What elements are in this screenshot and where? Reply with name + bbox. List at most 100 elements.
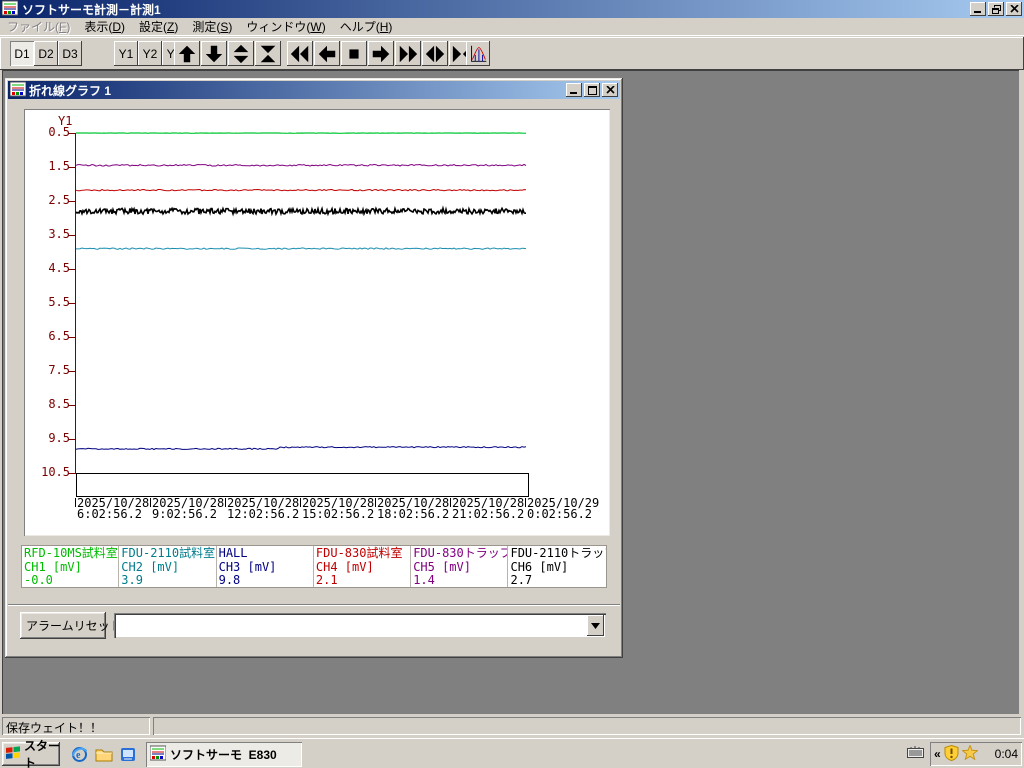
channel-name: HALL [218,546,248,560]
mdi-area: 折れ線グラフ 1 Y1 0.5 1.5 2.5 3.5 4.5 5.5 6.5 7.5 8.5 9.… [2,70,1019,714]
graph-window-title: 折れ線グラフ 1 [29,83,112,98]
minimize-button[interactable] [970,2,986,16]
skip-right-icon [397,43,419,65]
folder-icon[interactable] [95,745,113,763]
channel-label: CH5 [mV] [413,559,471,574]
graph-window-client: Y1 0.5 1.5 2.5 3.5 4.5 5.5 6.5 7.5 8.5 9.5 10.5 2025… [8,99,620,655]
app-icon [149,745,167,764]
series-line-ch2 [76,247,527,250]
windows-logo-icon [5,745,21,763]
series-line-ch6 [75,205,526,217]
x-tick-label: 2025/10/29 0:02:56.2 [525,496,600,521]
menu-item-5[interactable]: ヘルプ(H) [333,16,400,37]
toolbar-button-d1[interactable]: D1 [10,41,34,66]
compress-vertical-icon [257,43,279,65]
toolbar-button-stop[interactable] [341,41,367,66]
svg-text:e: e [76,750,81,761]
channel-value: 2.7 [510,573,533,587]
channel-value: 2.1 [315,573,338,587]
window-title: ソフトサーモ計測－計測1 [22,2,161,17]
graph-window-titlebar: 折れ線グラフ 1 [8,81,620,99]
toolbar-button-arrow-left[interactable] [314,41,340,66]
message-combobox[interactable] [114,613,606,638]
channel-label: CH6 [mV] [510,559,569,574]
security-shield-icon[interactable] [944,744,959,764]
arrow-right-icon [370,43,392,65]
status-message: 保存ウェイト！！ [2,717,150,735]
channel-label: CH3 [mV] [218,559,277,574]
toolbar-button-y1[interactable]: Y1 [114,41,138,66]
series-line-ch4 [75,188,527,192]
separator [8,604,620,606]
legend-cell-ch2: FDU-2110試料室 CH2 [mV] 3.9 [119,546,217,587]
stop-icon [343,43,365,65]
channel-label: CH4 [mV] [315,559,374,574]
plot-area [68,132,529,497]
toolbar: D1D2D3Y1Y2Y3 [0,37,1024,70]
keyboard-icon[interactable] [907,746,924,761]
series-line-ch5 [75,163,527,167]
ie-icon[interactable]: e [70,745,88,763]
graph-window-icon [9,81,27,100]
channel-label: CH1 [mV] [24,559,82,574]
status-bar: 保存ウェイト！！ [0,714,1024,738]
channel-value: 1.4 [413,573,435,587]
legend-cell-ch1: RFD-10MS試料室 CH1 [mV] -0.0 [22,546,120,587]
toolbar-button-expand-horizontal[interactable] [422,41,448,66]
combobox-dropdown-button[interactable] [587,615,604,636]
toolbar-button-arrow-up[interactable] [174,41,200,66]
chart-panel: Y1 0.5 1.5 2.5 3.5 4.5 5.5 6.5 7.5 8.5 9.5 10.5 2025… [24,109,610,536]
close-button[interactable] [1006,2,1022,16]
toolbar-button-expand-vertical[interactable] [228,41,254,66]
legend-cell-ch6: FDU-2110トラップ CH6 [mV] 2.7 [508,546,605,587]
taskbar-app-button[interactable]: ソフトサーモ E830 [146,742,302,767]
toolbar-button-skip-right[interactable] [395,41,421,66]
tray-overflow-chevron[interactable]: « [934,747,941,761]
taskbar-clock: 0:04 [994,747,1018,761]
taskbar: スタート e ソフトサーモ E830 « 0:04 [0,738,1024,768]
x-tick-label: 2025/10/28 18:02:56.2 [375,496,450,521]
channel-name: FDU-2110試料室 [121,546,216,560]
expand-horizontal-icon [424,43,446,65]
legend-cell-ch4: FDU-830試料室 CH4 [mV] 2.1 [314,546,412,587]
x-tick-label: 2025/10/28 9:02:56.2 [150,496,225,521]
x-tick-label: 2025/10/28 21:02:56.2 [450,496,525,521]
show-desktop-icon[interactable] [119,745,137,763]
channel-name: RFD-10MS試料室 [24,546,118,560]
status-panel-2 [153,717,1021,735]
channel-value: 9.8 [218,573,241,587]
alarm-reset-button[interactable]: アラームリセット [20,612,122,639]
graph-window: 折れ線グラフ 1 Y1 0.5 1.5 2.5 3.5 4.5 5.5 6.5 7.5 8.5 9.… [5,78,623,658]
star-icon[interactable] [960,744,979,763]
toolbar-button-arrow-down[interactable] [201,41,227,66]
toolbar-button-compress-vertical[interactable] [255,41,281,66]
start-button[interactable]: スタート [2,739,60,768]
graph-minimize-button[interactable] [566,83,582,97]
arrow-left-icon [316,43,338,65]
toolbar-button-skip-left[interactable] [287,41,313,66]
channel-legend: RFD-10MS試料室 CH1 [mV] -0.0 FDU-2110試料室 CH2 [m… [21,545,607,588]
x-tick-label: 2025/10/28 12:02:56.2 [225,496,300,521]
toolbar-button-arrow-right[interactable] [368,41,394,66]
channel-label: CH2 [mV] [121,559,180,574]
channel-name: FDU-830試料室 [315,546,403,560]
menu-bar: ファイル(F) 表示(D) 設定(Z) 測定(S) ウィンドウ(W) ヘルプ(H) [0,18,1024,36]
menu-item-0: ファイル(F) [7,20,71,34]
restore-button[interactable] [988,2,1004,16]
expand-vertical-icon [230,43,252,65]
menu-item-2[interactable]: 設定(Z) [132,16,185,37]
channel-name: FDU-830トラップ [413,546,509,560]
menu-item-1[interactable]: 表示(D) [77,16,132,37]
menu-item-3[interactable]: 測定(S) [185,16,239,37]
arrow-up-icon [176,43,198,65]
graph-maximize-button[interactable] [584,83,600,97]
graph-close-button[interactable] [602,83,618,97]
skip-left-icon [289,43,311,65]
toolbar-button-y2[interactable]: Y2 [138,41,162,66]
menu-item-4[interactable]: ウィンドウ(W) [239,16,332,37]
toolbar-button-graph[interactable] [466,41,490,66]
x-tick-label: 2025/10/28 15:02:56.2 [300,496,375,521]
toolbar-button-d2[interactable]: D2 [34,41,58,66]
toolbar-button-d3[interactable]: D3 [58,41,82,66]
channel-name: FDU-2110トラップ [510,546,606,560]
